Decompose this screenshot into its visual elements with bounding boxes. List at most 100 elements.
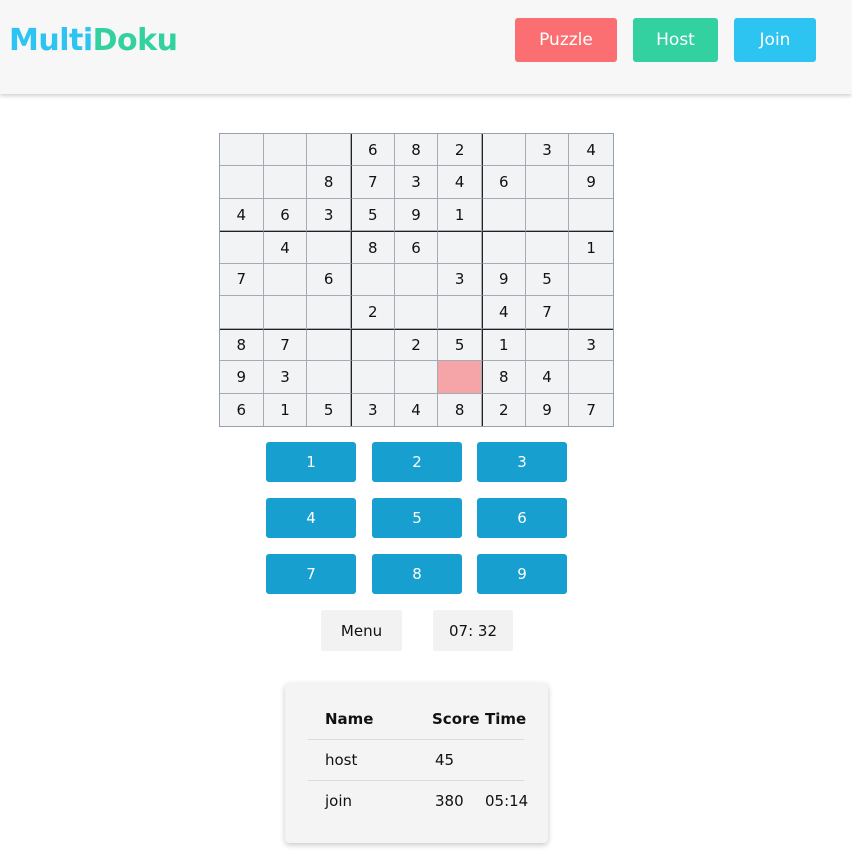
sudoku-cell[interactable]: 1: [263, 393, 308, 426]
number-6-button[interactable]: 6: [477, 498, 567, 538]
scoreboard-row: host 45: [308, 740, 524, 781]
sudoku-cell[interactable]: [307, 328, 351, 362]
sudoku-cell[interactable]: [482, 134, 526, 167]
sudoku-cell[interactable]: 7: [569, 393, 613, 426]
sudoku-cell[interactable]: [220, 231, 264, 264]
sudoku-cell[interactable]: 3: [263, 361, 308, 394]
sudoku-cell[interactable]: [307, 134, 351, 167]
sudoku-cell[interactable]: 8: [220, 328, 264, 362]
number-9-button[interactable]: 9: [477, 554, 567, 594]
sudoku-cell[interactable]: 4: [482, 296, 526, 329]
sudoku-cell[interactable]: [307, 361, 351, 394]
sudoku-cell[interactable]: 3: [438, 263, 482, 297]
sudoku-cell[interactable]: [394, 263, 439, 297]
sudoku-cell[interactable]: 2: [482, 393, 526, 426]
sudoku-cell[interactable]: 3: [307, 198, 351, 232]
sudoku-cell[interactable]: [351, 361, 395, 394]
game-timer: 07: 32: [433, 610, 513, 651]
sudoku-cell[interactable]: 7: [220, 263, 264, 297]
number-7-button[interactable]: 7: [266, 554, 356, 594]
sudoku-cell[interactable]: [525, 231, 570, 264]
sudoku-cell[interactable]: [569, 263, 613, 297]
sudoku-cell[interactable]: 6: [263, 198, 308, 232]
sudoku-cell[interactable]: 6: [394, 231, 439, 264]
app-logo[interactable]: MultiDoku: [9, 22, 178, 60]
sudoku-cell[interactable]: [482, 231, 526, 264]
sudoku-cell[interactable]: 3: [351, 393, 395, 426]
sudoku-cell[interactable]: 5: [438, 328, 482, 362]
sudoku-cell[interactable]: 8: [482, 361, 526, 394]
sudoku-cell[interactable]: 8: [351, 231, 395, 264]
sudoku-cell[interactable]: [220, 296, 264, 329]
sudoku-cell[interactable]: 9: [525, 393, 570, 426]
sudoku-cell[interactable]: [394, 296, 439, 329]
sudoku-cell[interactable]: [307, 296, 351, 329]
sudoku-cell[interactable]: 5: [307, 393, 351, 426]
sudoku-cell[interactable]: 4: [569, 134, 613, 167]
sudoku-cell[interactable]: 1: [438, 198, 482, 232]
player-name: join: [325, 792, 353, 810]
sudoku-cell[interactable]: 4: [220, 198, 264, 232]
sudoku-cell[interactable]: 5: [525, 263, 570, 297]
sudoku-cell[interactable]: [569, 198, 613, 232]
number-3-button[interactable]: 3: [477, 442, 567, 482]
sudoku-cell[interactable]: 6: [482, 166, 526, 199]
sudoku-cell[interactable]: [263, 263, 308, 297]
sudoku-cell[interactable]: [438, 296, 482, 329]
top-header: MultiDoku Puzzle Host Join: [0, 0, 852, 94]
sudoku-cell[interactable]: [394, 361, 439, 394]
sudoku-cell[interactable]: 5: [351, 198, 395, 232]
sudoku-cell[interactable]: 8: [307, 166, 351, 199]
sudoku-cell[interactable]: 6: [351, 134, 395, 167]
number-2-button[interactable]: 2: [372, 442, 462, 482]
sudoku-cell[interactable]: [525, 328, 570, 362]
sudoku-cell[interactable]: 7: [351, 166, 395, 199]
sudoku-cell[interactable]: [263, 296, 308, 329]
sudoku-cell[interactable]: 7: [525, 296, 570, 329]
sudoku-cell[interactable]: [569, 296, 613, 329]
sudoku-cell[interactable]: 4: [263, 231, 308, 264]
sudoku-cell[interactable]: 1: [482, 328, 526, 362]
sudoku-cell[interactable]: [351, 263, 395, 297]
host-button[interactable]: Host: [633, 18, 718, 62]
puzzle-button[interactable]: Puzzle: [515, 18, 617, 62]
sudoku-cell[interactable]: [438, 231, 482, 264]
sudoku-cell[interactable]: [220, 166, 264, 199]
number-1-button[interactable]: 1: [266, 442, 356, 482]
menu-button[interactable]: Menu: [321, 610, 402, 651]
number-4-button[interactable]: 4: [266, 498, 356, 538]
sudoku-cell[interactable]: 2: [438, 134, 482, 167]
sudoku-cell[interactable]: [525, 166, 570, 199]
sudoku-cell[interactable]: 8: [438, 393, 482, 426]
join-button[interactable]: Join: [734, 18, 816, 62]
sudoku-cell[interactable]: 9: [394, 198, 439, 232]
sudoku-cell[interactable]: 2: [394, 328, 439, 362]
sudoku-cell[interactable]: [351, 328, 395, 362]
number-8-button[interactable]: 8: [372, 554, 462, 594]
sudoku-cell[interactable]: 8: [394, 134, 439, 167]
sudoku-cell[interactable]: 4: [438, 166, 482, 199]
number-5-button[interactable]: 5: [372, 498, 462, 538]
sudoku-cell[interactable]: [263, 166, 308, 199]
sudoku-cell[interactable]: 4: [394, 393, 439, 426]
sudoku-cell[interactable]: 6: [307, 263, 351, 297]
sudoku-cell[interactable]: 2: [351, 296, 395, 329]
sudoku-cell[interactable]: [525, 198, 570, 232]
sudoku-cell[interactable]: [220, 134, 264, 167]
sudoku-cell[interactable]: 9: [569, 166, 613, 199]
sudoku-cell[interactable]: 4: [525, 361, 570, 394]
sudoku-cell[interactable]: 9: [220, 361, 264, 394]
sudoku-cell[interactable]: 9: [482, 263, 526, 297]
player-score: 380: [435, 792, 464, 810]
sudoku-cell[interactable]: 3: [525, 134, 570, 167]
sudoku-cell[interactable]: [263, 134, 308, 167]
sudoku-cell[interactable]: 1: [569, 231, 613, 264]
sudoku-cell[interactable]: 6: [220, 393, 264, 426]
sudoku-cell[interactable]: 7: [263, 328, 308, 362]
sudoku-cell[interactable]: [307, 231, 351, 264]
sudoku-cell[interactable]: 3: [394, 166, 439, 199]
sudoku-cell[interactable]: 3: [569, 328, 613, 362]
sudoku-cell[interactable]: [482, 198, 526, 232]
sudoku-cell[interactable]: [438, 361, 482, 394]
sudoku-cell[interactable]: [569, 361, 613, 394]
